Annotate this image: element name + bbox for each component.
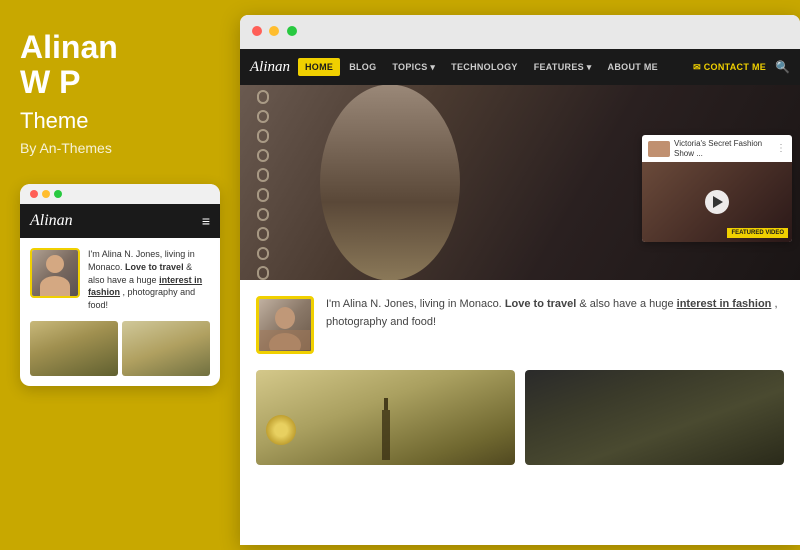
chain-link <box>257 168 269 182</box>
browser-mockup: Alinan HOME BLOG TOPICS ▾ TECHNOLOGY FEA… <box>240 15 800 545</box>
theme-title: Alinan W P <box>20 30 220 100</box>
browser-dot-red <box>252 26 262 36</box>
mobile-thumb-1 <box>30 321 118 376</box>
theme-subtitle: Theme <box>20 108 220 134</box>
mobile-bio-row: I'm Alina N. Jones, living in Monaco. Lo… <box>30 248 210 311</box>
bio-avatar-image <box>259 299 311 351</box>
search-icon[interactable]: 🔍 <box>775 60 790 74</box>
thumbnail-card-1[interactable] <box>256 370 515 465</box>
play-button[interactable] <box>705 190 729 214</box>
nav-features[interactable]: FEATURES ▾ <box>527 58 599 77</box>
mobile-dot-red <box>30 190 38 198</box>
chain-link <box>257 149 269 163</box>
hero-person-image <box>290 85 490 280</box>
nav-technology[interactable]: TECHNOLOGY <box>444 58 525 76</box>
hamburger-icon[interactable]: ≡ <box>202 213 210 229</box>
mobile-window-dots <box>20 184 220 204</box>
hero-image-area: Victoria's Secret Fashion Show ... ⋮ FEA… <box>240 85 800 280</box>
video-title: Victoria's Secret Fashion Show ... <box>674 139 772 158</box>
nav-about[interactable]: ABOUT ME <box>601 58 665 76</box>
avatar-head <box>46 255 64 273</box>
website-navbar: Alinan HOME BLOG TOPICS ▾ TECHNOLOGY FEA… <box>240 49 800 85</box>
avatar-person <box>32 250 78 296</box>
nav-blog[interactable]: BLOG <box>342 58 383 76</box>
chain-link <box>257 129 269 143</box>
browser-dot-green <box>287 26 297 36</box>
website-logo[interactable]: Alinan <box>250 59 290 76</box>
mobile-logo: Alinan <box>30 212 73 230</box>
thumbnail-card-2[interactable] <box>525 370 784 465</box>
browser-chrome-bar <box>240 15 800 49</box>
avatar-body <box>40 276 70 296</box>
bio-section: I'm Alina N. Jones, living in Monaco. Lo… <box>256 296 784 354</box>
nav-topics[interactable]: TOPICS ▾ <box>385 58 442 77</box>
mobile-avatar-image <box>32 250 78 296</box>
avatar-svg <box>260 300 310 350</box>
browser-dot-yellow <box>269 26 279 36</box>
nav-contact[interactable]: ✉ CONTACT ME <box>686 58 773 77</box>
chain-link <box>257 188 269 202</box>
thumbnail-row <box>256 370 784 465</box>
video-menu-icon[interactable]: ⋮ <box>776 143 786 154</box>
mobile-thumb-2 <box>122 321 210 376</box>
featured-video-badge: FEATURED VIDEO <box>727 228 788 238</box>
mobile-mockup: Alinan ≡ I'm Alina N. Jones, living in M… <box>20 184 220 386</box>
play-triangle-icon <box>713 196 723 208</box>
video-header: Victoria's Secret Fashion Show ... ⋮ <box>642 135 792 162</box>
chain-link <box>257 208 269 222</box>
mobile-images-row <box>30 321 210 376</box>
flowers-shape <box>266 415 296 445</box>
theme-by: By An-Themes <box>20 140 220 156</box>
chain-link <box>257 266 269 280</box>
chain-link <box>257 110 269 124</box>
tower-top <box>384 398 388 410</box>
chain-left <box>254 85 272 280</box>
chain-link <box>257 227 269 241</box>
video-preview-area[interactable]: FEATURED VIDEO <box>642 162 792 242</box>
mobile-dot-yellow <box>42 190 50 198</box>
nav-home[interactable]: HOME <box>298 58 340 76</box>
main-content-area: I'm Alina N. Jones, living in Monaco. Lo… <box>240 280 800 481</box>
mobile-bio-text: I'm Alina N. Jones, living in Monaco. Lo… <box>88 248 210 311</box>
bio-avatar <box>256 296 314 354</box>
mobile-nav-bar: Alinan ≡ <box>20 204 220 238</box>
left-panel: Alinan W P Theme By An-Themes Alinan ≡ <box>0 0 240 550</box>
tower-shape <box>382 410 390 460</box>
chain-link <box>257 247 269 261</box>
chain-link <box>257 90 269 104</box>
thumb-tower-decor <box>256 370 515 465</box>
bio-description: I'm Alina N. Jones, living in Monaco. Lo… <box>326 296 784 331</box>
mobile-dot-green <box>54 190 62 198</box>
mobile-avatar <box>30 248 80 298</box>
video-thumbnail-small <box>648 141 670 157</box>
mobile-content-area: I'm Alina N. Jones, living in Monaco. Lo… <box>20 238 220 386</box>
video-overlay-widget[interactable]: Victoria's Secret Fashion Show ... ⋮ FEA… <box>642 135 792 242</box>
browser-window-dots <box>252 23 300 41</box>
